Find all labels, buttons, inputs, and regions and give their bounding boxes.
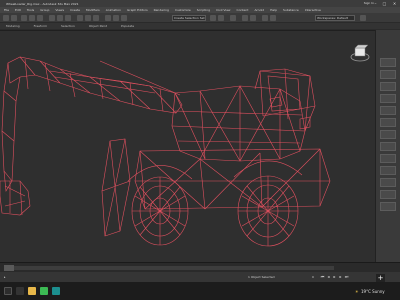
menu-civil-view[interactable]: Civil View — [216, 8, 230, 12]
viewcube-icon[interactable] — [350, 43, 370, 63]
time-slider — [0, 262, 400, 272]
folder-icon[interactable] — [360, 15, 366, 21]
motion-panel-icon[interactable] — [380, 94, 396, 103]
chrome-icon[interactable] — [40, 287, 48, 295]
menu-tools[interactable]: Tools — [27, 8, 34, 12]
selection-set-dropdown[interactable]: Create Selection Set — [172, 15, 206, 21]
tab-freeform[interactable]: Freeform — [34, 24, 47, 28]
menu-scripting[interactable]: Scripting — [197, 8, 210, 12]
go-to-start-icon[interactable]: ⏮ — [320, 274, 325, 279]
select-by-name-icon[interactable] — [57, 15, 63, 21]
tab-selection[interactable]: Selection — [61, 24, 75, 28]
menu-customize[interactable]: Customize — [175, 8, 191, 12]
weather-text[interactable]: 19°C Sunny — [361, 289, 385, 294]
curve-editor-icon[interactable] — [242, 15, 248, 21]
link-icon[interactable] — [21, 15, 27, 21]
perspective-viewport[interactable] — [0, 30, 375, 262]
menu-arnold[interactable]: Arnold — [254, 8, 264, 12]
display-panel-icon[interactable] — [380, 106, 396, 115]
hierarchy-panel-icon[interactable] — [380, 82, 396, 91]
rect-select-icon[interactable] — [65, 15, 71, 21]
menu-content[interactable]: Content — [237, 8, 249, 12]
time-slider-thumb[interactable] — [4, 265, 14, 271]
render-icon[interactable] — [270, 15, 276, 21]
menu-file[interactable]: File — [4, 8, 9, 12]
ribbon-tabs: Modeling Freeform Selection Object Paint… — [0, 23, 400, 29]
menu-create[interactable]: Create — [70, 8, 80, 12]
maxscript-listener[interactable]: ▸ — [4, 275, 6, 279]
wireframe-model — [0, 56, 331, 247]
helper-panel-icon[interactable] — [380, 166, 396, 175]
menu-animation[interactable]: Animation — [106, 8, 121, 12]
menu-modifiers[interactable]: Modifiers — [86, 8, 100, 12]
bind-icon[interactable] — [37, 15, 43, 21]
object-type-panel-icon[interactable] — [380, 202, 396, 211]
create-panel-icon[interactable] — [380, 58, 396, 67]
next-frame-icon[interactable]: ▸ — [338, 274, 343, 279]
search-icon[interactable] — [16, 287, 24, 295]
workspace-dropdown[interactable]: Workspaces: Default — [315, 15, 355, 21]
percent-snap-icon[interactable] — [121, 15, 127, 21]
light-panel-icon[interactable] — [380, 142, 396, 151]
angle-snap-icon[interactable] — [113, 15, 119, 21]
3dsmax-icon[interactable] — [52, 287, 60, 295]
unlink-icon[interactable] — [29, 15, 35, 21]
zoom-extents-icon[interactable]: + — [376, 274, 385, 282]
windows-taskbar: ☀ 19°C Sunny — [0, 282, 400, 300]
undo-icon[interactable] — [3, 15, 9, 21]
menu-edit[interactable]: Edit — [15, 8, 21, 12]
mirror-icon[interactable] — [210, 15, 216, 21]
render-setup-icon[interactable] — [262, 15, 268, 21]
modify-panel-icon[interactable] — [380, 70, 396, 79]
main-toolbar: Create Selection Set Workspaces: Default — [0, 13, 400, 23]
menu-views[interactable]: Views — [55, 8, 64, 12]
play-icon[interactable]: ▸ — [332, 274, 337, 279]
command-panel — [375, 30, 400, 262]
material-editor-icon[interactable] — [250, 15, 256, 21]
select-icon[interactable] — [49, 15, 55, 21]
scale-icon[interactable] — [93, 15, 99, 21]
close-button[interactable]: ✕ — [391, 0, 398, 7]
menu-help[interactable]: Help — [270, 8, 277, 12]
layer-icon[interactable] — [230, 15, 236, 21]
camera-panel-icon[interactable] — [380, 154, 396, 163]
utilities-panel-icon[interactable] — [380, 118, 396, 127]
minimize-button[interactable]: – — [372, 0, 379, 7]
tab-modeling[interactable]: Modeling — [6, 24, 20, 28]
maximize-button[interactable]: □ — [381, 0, 388, 7]
title-bar: WheelLoader_Rig.max - Autodesk 3ds Max 2… — [0, 0, 400, 7]
status-bar: ▸ 1 Object Selected 0 ⏮ ◂ ▸ ▸ ⏭ — [0, 272, 400, 282]
rotate-icon[interactable] — [85, 15, 91, 21]
previous-frame-icon[interactable]: ◂ — [326, 274, 331, 279]
menu-interactive[interactable]: Interactive — [305, 8, 321, 12]
window-title: WheelLoader_Rig.max - Autodesk 3ds Max 2… — [6, 1, 79, 6]
tab-object-paint[interactable]: Object Paint — [89, 24, 107, 28]
shape-panel-icon[interactable] — [380, 130, 396, 139]
spacewarp-panel-icon[interactable] — [380, 178, 396, 187]
snap-icon[interactable] — [105, 15, 111, 21]
systems-panel-icon[interactable] — [380, 190, 396, 199]
align-icon[interactable] — [218, 15, 224, 21]
menu-group[interactable]: Group — [40, 8, 49, 12]
file-explorer-icon[interactable] — [28, 287, 36, 295]
move-icon[interactable] — [77, 15, 83, 21]
time-track[interactable] — [4, 266, 334, 270]
redo-icon[interactable] — [11, 15, 17, 21]
menu-graph-editors[interactable]: Graph Editors — [127, 8, 148, 12]
frame-field[interactable]: 0 — [312, 275, 314, 279]
tab-populate[interactable]: Populate — [121, 24, 134, 28]
weather-icon[interactable]: ☀ — [355, 289, 359, 294]
menu-substance[interactable]: Substance — [283, 8, 299, 12]
menu-rendering[interactable]: Rendering — [154, 8, 169, 12]
start-icon[interactable] — [4, 287, 12, 295]
go-to-end-icon[interactable]: ⏭ — [344, 274, 349, 279]
selection-status: 1 Object Selected — [248, 275, 275, 279]
